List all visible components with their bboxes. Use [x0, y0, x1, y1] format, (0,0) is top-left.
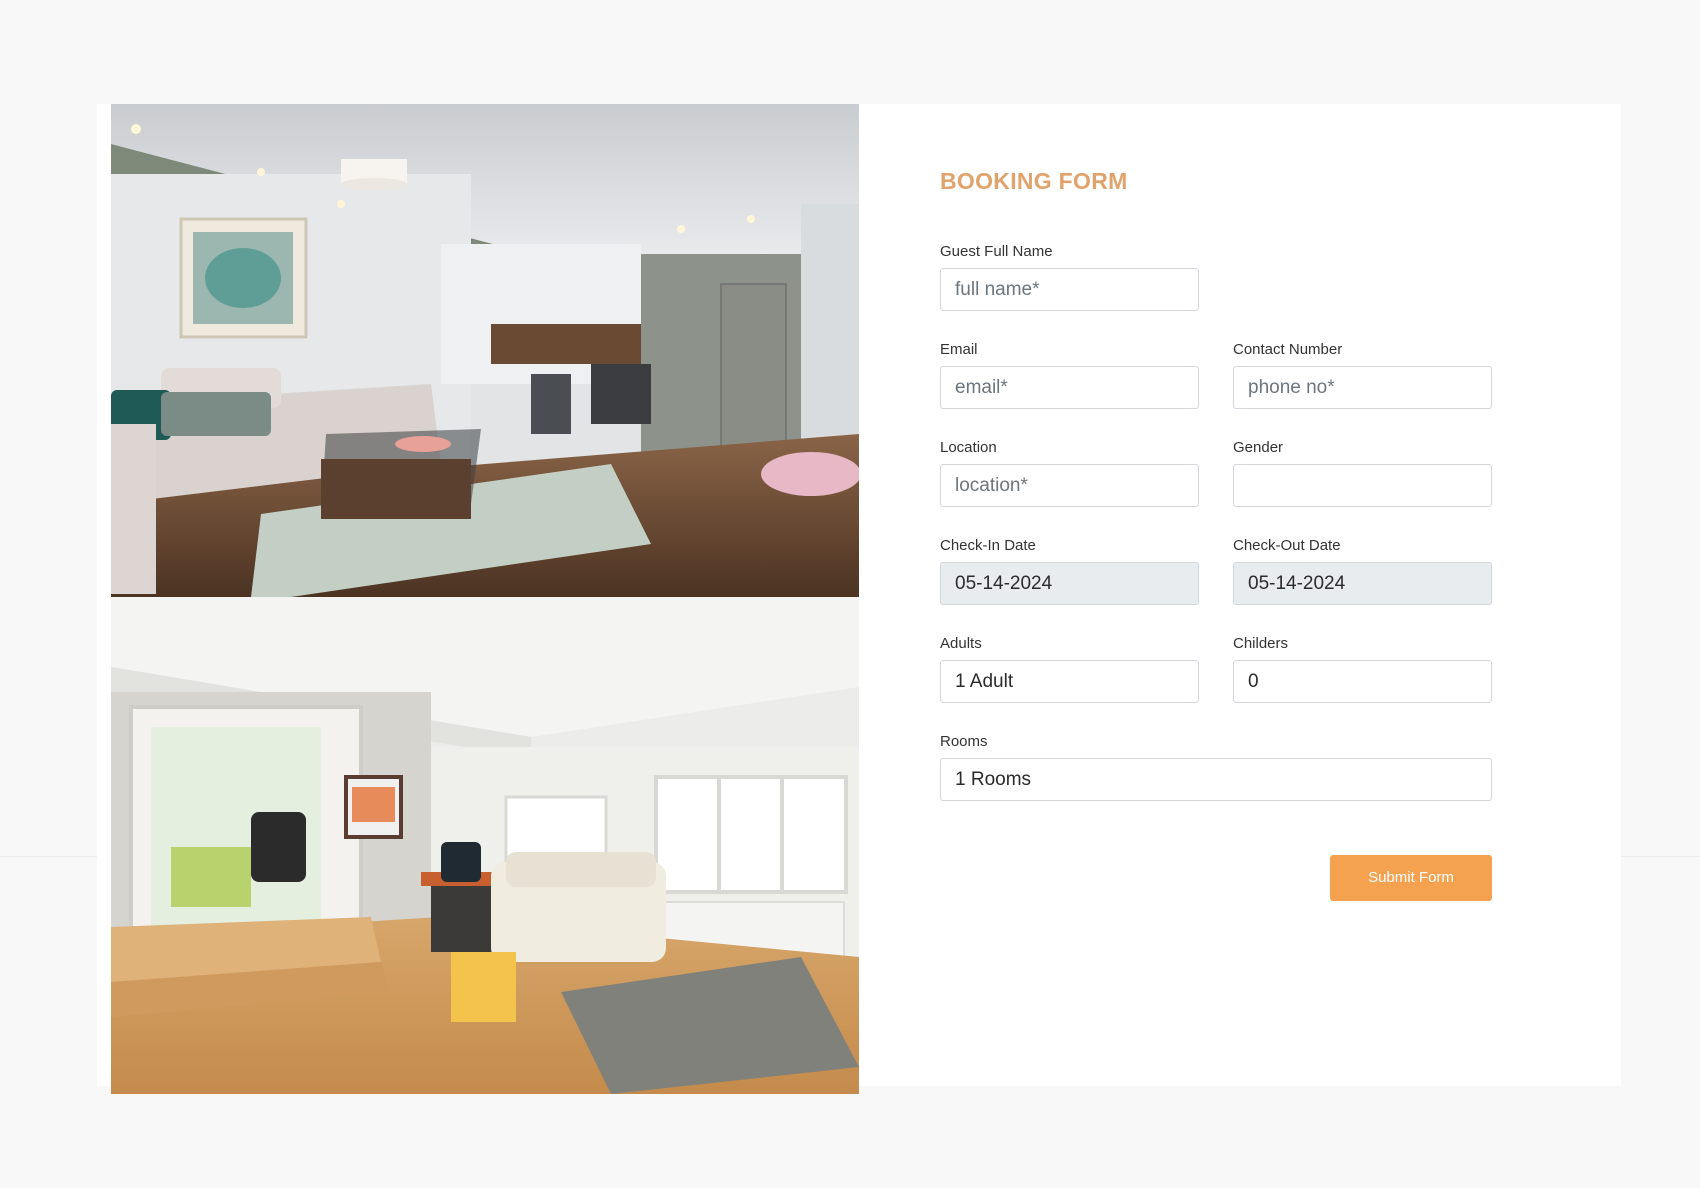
- email-field: Email: [940, 340, 1199, 409]
- check-out-field: Check-Out Date 05-14-2024: [1233, 536, 1492, 605]
- gender-label: Gender: [1233, 439, 1284, 456]
- form-title: BOOKING FORM: [940, 168, 1128, 194]
- contact-number-field: Contact Number: [1233, 340, 1492, 409]
- guest-name-input[interactable]: [940, 268, 1199, 311]
- check-out-label: Check-Out Date: [1233, 537, 1341, 554]
- location-input[interactable]: [940, 464, 1199, 507]
- children-select[interactable]: 0: [1233, 660, 1492, 703]
- lounge-photo: [111, 597, 859, 1094]
- rooms-field: Rooms 1 Rooms: [940, 732, 1492, 801]
- check-in-field: Check-In Date 05-14-2024: [940, 536, 1199, 605]
- children-label: Childers: [1233, 635, 1289, 652]
- location-label: Location: [940, 439, 997, 456]
- guest-name-field: Guest Full Name: [940, 242, 1199, 311]
- gender-field: Gender: [1233, 438, 1492, 507]
- adults-select[interactable]: 1 Adult: [940, 660, 1199, 703]
- rooms-select[interactable]: 1 Rooms: [940, 758, 1492, 801]
- room-photos: [111, 104, 859, 1094]
- children-field: Childers 0: [1233, 634, 1492, 703]
- email-label: Email: [940, 341, 978, 358]
- adults-label: Adults: [940, 635, 982, 652]
- location-field: Location: [940, 438, 1199, 507]
- submit-form-button[interactable]: Submit Form: [1330, 855, 1492, 901]
- rooms-label: Rooms: [940, 733, 988, 750]
- gender-select[interactable]: [1233, 464, 1492, 507]
- check-in-label: Check-In Date: [940, 537, 1036, 554]
- check-out-date-input[interactable]: 05-14-2024: [1233, 562, 1492, 605]
- guest-name-label: Guest Full Name: [940, 243, 1053, 260]
- check-in-date-input[interactable]: 05-14-2024: [940, 562, 1199, 605]
- email-input[interactable]: [940, 366, 1199, 409]
- contact-number-label: Contact Number: [1233, 341, 1343, 358]
- adults-field: Adults 1 Adult: [940, 634, 1199, 703]
- contact-number-input[interactable]: [1233, 366, 1492, 409]
- booking-page: BOOKING FORM Guest Full Name Email Conta…: [0, 0, 1700, 1188]
- living-room-photo: [111, 104, 859, 597]
